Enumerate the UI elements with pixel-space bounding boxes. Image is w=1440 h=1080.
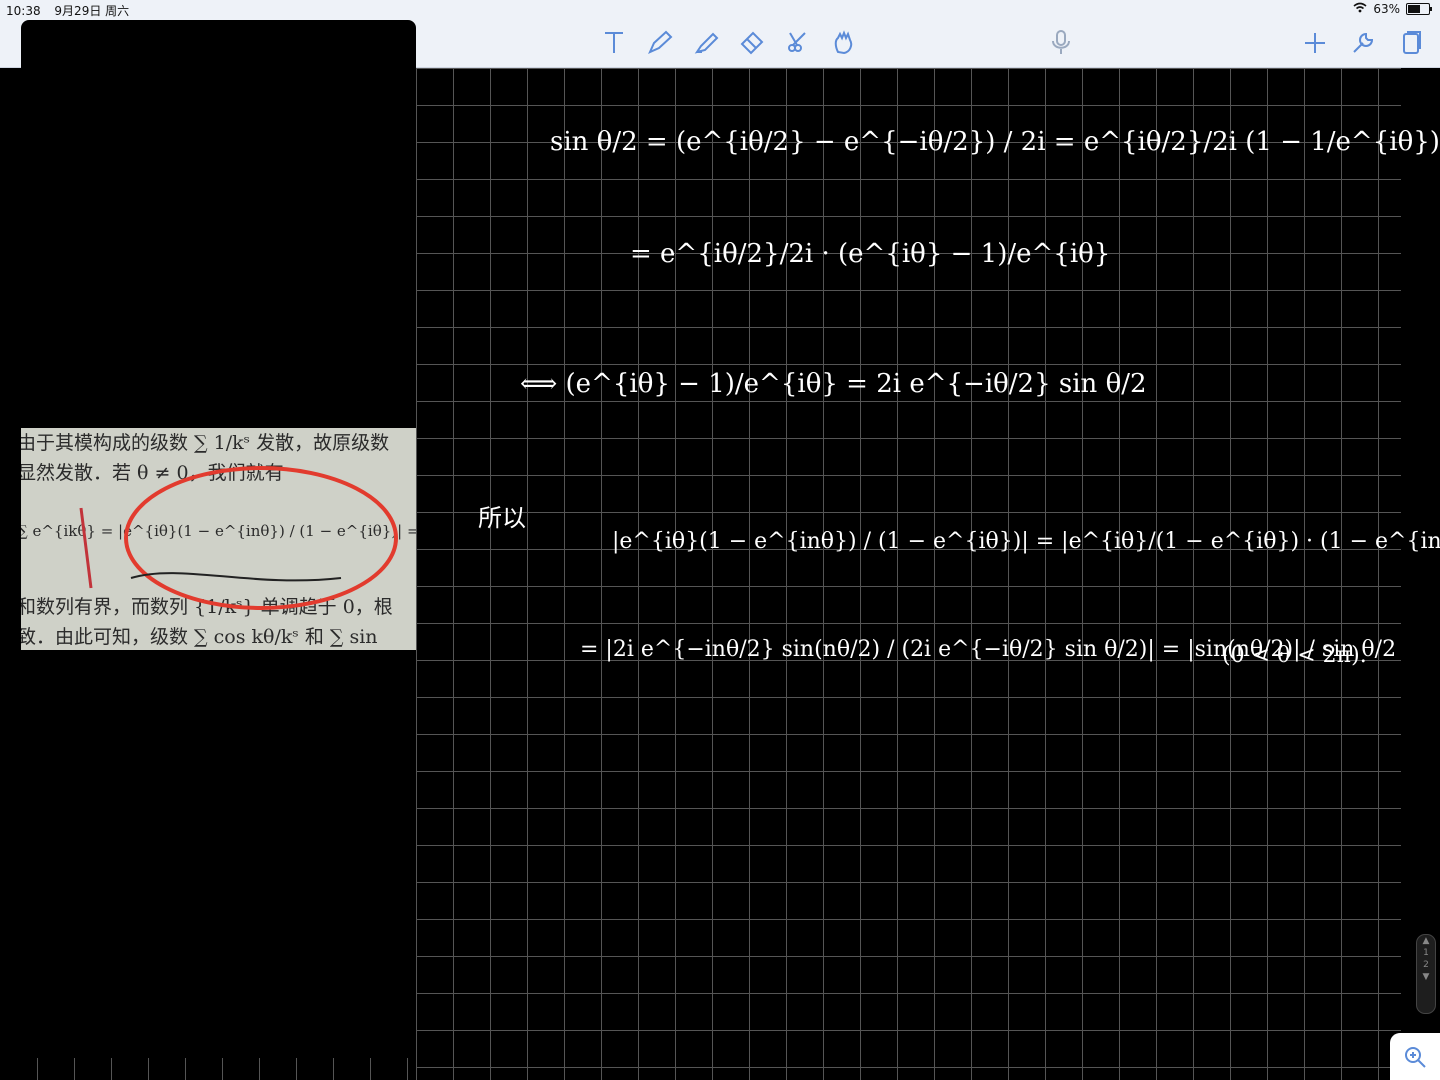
page-total: 2 bbox=[1423, 960, 1429, 970]
note-line-4: |e^{iθ}(1 − e^{inθ}) / (1 − e^{iθ})| = |… bbox=[612, 529, 1440, 554]
note-line-1: sin θ/2 = (e^{iθ/2} − e^{−iθ/2}) / 2i = … bbox=[550, 127, 1440, 157]
scroll-down-icon[interactable]: ▼ bbox=[1417, 971, 1435, 983]
note-condition: (0 < θ < 2π). bbox=[1222, 643, 1367, 668]
zoom-in-icon bbox=[1405, 1046, 1426, 1068]
scroll-up-icon[interactable]: ▲ bbox=[1417, 935, 1435, 947]
note-line-2: = e^{iθ/2}/2i · (e^{iθ} − 1)/e^{iθ} bbox=[630, 239, 1110, 269]
note-label-so: 所以 bbox=[478, 504, 526, 532]
handwriting-layer: sin θ/2 = (e^{iθ/2} − e^{−iθ/2}) / 2i = … bbox=[478, 127, 1440, 668]
page-current: 1 bbox=[1423, 948, 1429, 958]
page-scrollbar[interactable]: ▲ 1 2 ▼ bbox=[1416, 934, 1436, 1014]
note-line-3: ⟺ (e^{iθ} − 1)/e^{iθ} = 2i e^{−iθ/2} sin… bbox=[520, 369, 1147, 399]
zoom-button[interactable] bbox=[1390, 1033, 1440, 1080]
